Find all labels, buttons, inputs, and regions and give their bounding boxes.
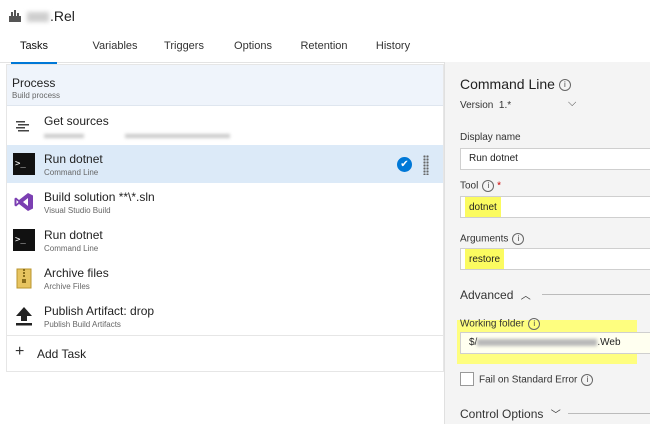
top-bar: .Rel xyxy=(0,0,650,34)
working-folder-input[interactable]: $/ .Web xyxy=(460,332,650,354)
control-options-toggle[interactable]: Control Options ﹀ xyxy=(460,406,650,421)
tool-label: Tool i * xyxy=(460,180,502,192)
redacted-source xyxy=(44,134,84,138)
arguments-input[interactable]: restore xyxy=(460,248,650,270)
redacted-path xyxy=(477,338,598,346)
task-name: Archive files xyxy=(44,266,109,280)
info-icon[interactable]: i xyxy=(512,233,525,245)
display-name-input[interactable]: Run dotnet xyxy=(460,148,650,170)
build-pipeline-icon xyxy=(9,10,21,22)
chevron-down-icon: ⌵ xyxy=(568,97,577,109)
task-name: Run dotnet xyxy=(44,152,103,166)
working-folder-suffix: .Web xyxy=(597,337,621,348)
arguments-value: restore xyxy=(465,249,505,269)
upload-icon xyxy=(16,307,32,326)
chevron-down-icon: ﹀ xyxy=(550,410,561,421)
chevron-up-icon: ︿ xyxy=(520,291,531,302)
tab-history[interactable]: History xyxy=(372,34,414,62)
add-task-button[interactable]: + Add Task xyxy=(7,335,443,370)
redacted-source xyxy=(125,134,230,138)
advanced-section-toggle[interactable]: Advanced ︿ xyxy=(460,287,650,302)
tool-input[interactable]: dotnet xyxy=(460,196,650,218)
task-name: Run dotnet xyxy=(44,228,103,242)
task-row-run-dotnet[interactable]: >_ Run dotnet Command Line ✔ xyxy=(7,145,443,183)
tab-tasks[interactable]: Tasks xyxy=(11,34,57,65)
plus-icon: + xyxy=(15,343,25,360)
task-row-publish-artifact[interactable]: Publish Artifact: drop Publish Build Art… xyxy=(7,297,443,335)
archive-icon xyxy=(16,268,32,289)
visual-studio-icon xyxy=(14,193,33,211)
task-name: Build solution **\*.sln xyxy=(44,190,155,204)
process-title: Process xyxy=(12,76,56,90)
check-icon: ✔ xyxy=(397,157,412,172)
task-subtitle: Archive Files xyxy=(44,282,90,291)
working-folder-label: Working folder i xyxy=(460,318,541,330)
task-subtitle: Command Line xyxy=(44,244,99,253)
task-subtitle: Visual Studio Build xyxy=(44,206,111,215)
display-name-label: Display name xyxy=(460,132,521,143)
task-row-archive-files[interactable]: Archive files Archive Files xyxy=(7,259,443,297)
tab-options[interactable]: Options xyxy=(230,34,276,62)
version-selector[interactable]: Version 1.* ⌵ xyxy=(460,97,576,111)
tab-variables[interactable]: Variables xyxy=(88,34,142,62)
advanced-label: Advanced xyxy=(460,288,514,302)
command-line-icon: >_ xyxy=(13,153,35,175)
tab-retention[interactable]: Retention xyxy=(298,34,350,62)
task-subtitle: Publish Build Artifacts xyxy=(44,320,121,329)
tab-triggers[interactable]: Triggers xyxy=(160,34,208,62)
task-list-panel: Process Build process Get sources >_ Run… xyxy=(6,64,444,372)
tab-bar: Tasks Variables Triggers Options Retenti… xyxy=(0,34,650,65)
control-options-label: Control Options xyxy=(460,407,544,421)
tool-value: dotnet xyxy=(465,197,501,217)
info-icon[interactable]: i xyxy=(581,374,594,386)
process-subtitle: Build process xyxy=(12,91,61,100)
fail-on-stderr-checkbox[interactable] xyxy=(460,372,474,386)
get-sources-icon xyxy=(16,121,29,132)
info-icon[interactable]: i xyxy=(558,79,571,92)
section-divider xyxy=(568,413,650,414)
info-icon[interactable]: i xyxy=(528,318,541,330)
section-divider xyxy=(542,294,650,295)
info-icon[interactable]: i xyxy=(482,180,495,192)
task-row-get-sources[interactable]: Get sources xyxy=(7,107,443,145)
fail-on-stderr-label: Fail on Standard Error i xyxy=(479,374,594,386)
task-row-run-dotnet-2[interactable]: >_ Run dotnet Command Line xyxy=(7,221,443,259)
task-row-build-solution[interactable]: Build solution **\*.sln Visual Studio Bu… xyxy=(7,183,443,221)
arguments-label: Arguments i xyxy=(460,233,525,245)
version-label: Version xyxy=(460,100,494,111)
task-name: Get sources xyxy=(44,114,109,128)
details-title: Command Line i xyxy=(460,76,571,92)
command-line-icon: >_ xyxy=(13,229,35,251)
task-subtitle: Command Line xyxy=(44,168,99,177)
version-value: 1.* xyxy=(498,100,512,111)
pipeline-title: .Rel xyxy=(27,8,75,24)
task-name: Publish Artifact: drop xyxy=(44,304,155,318)
task-details-panel: Command Line i Version 1.* ⌵ Display name… xyxy=(444,62,650,424)
working-folder-prefix: $/ xyxy=(469,337,478,348)
process-header[interactable]: Process Build process xyxy=(7,65,443,106)
add-task-label: Add Task xyxy=(37,347,87,361)
drag-handle-icon[interactable] xyxy=(423,155,429,175)
